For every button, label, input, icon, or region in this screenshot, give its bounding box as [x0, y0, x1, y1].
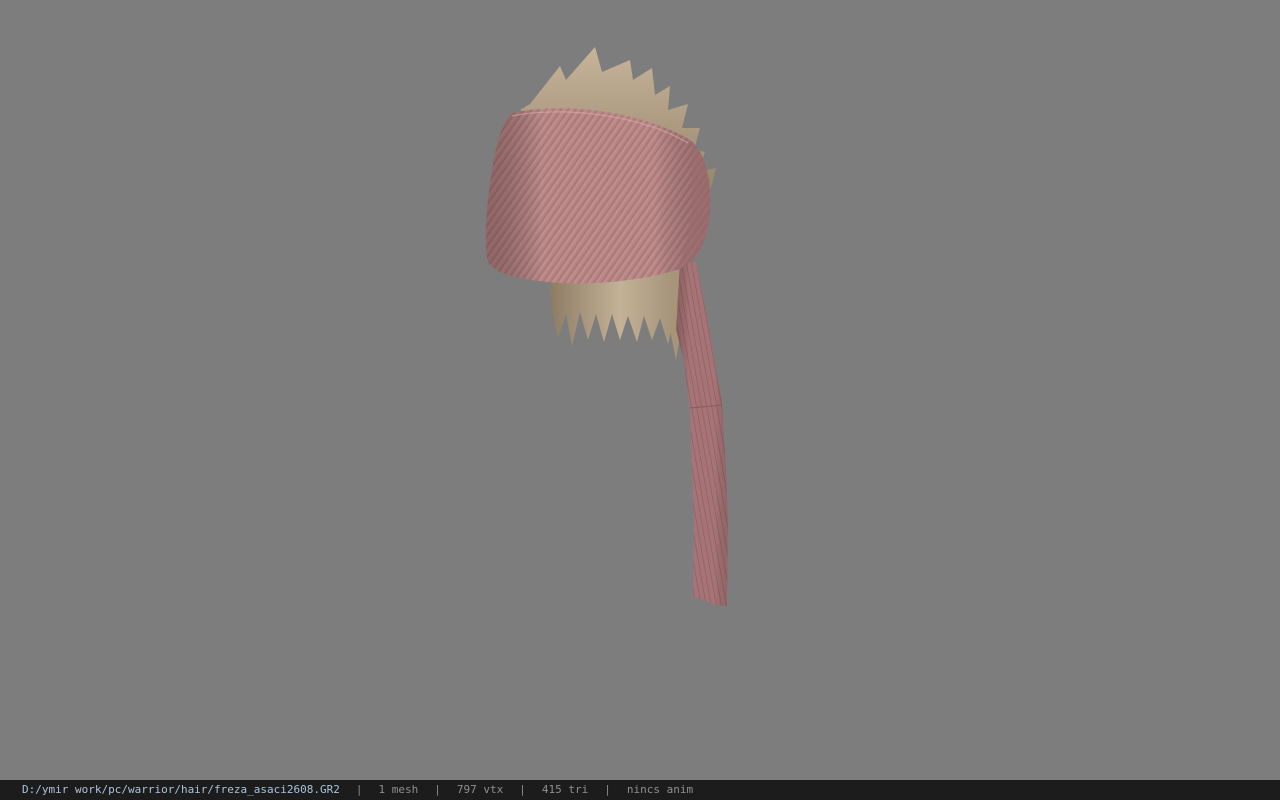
- 3d-viewport[interactable]: [0, 0, 1280, 780]
- separator: |: [519, 783, 526, 796]
- mesh-count: 1 mesh: [378, 783, 419, 796]
- anim-status: nincs anim: [626, 783, 694, 796]
- separator: |: [355, 783, 363, 796]
- triangle-count: 415 tri: [541, 783, 589, 796]
- status-bar: D:/ymir work/pc/warrior/hair/freza_asaci…: [0, 780, 1280, 800]
- separator: |: [604, 783, 611, 796]
- separator: |: [434, 783, 441, 796]
- file-path: D:/ymir work/pc/warrior/hair/freza_asaci…: [22, 783, 340, 796]
- vertex-count: 797 vtx: [456, 783, 504, 796]
- hair-model-render: [485, 47, 728, 606]
